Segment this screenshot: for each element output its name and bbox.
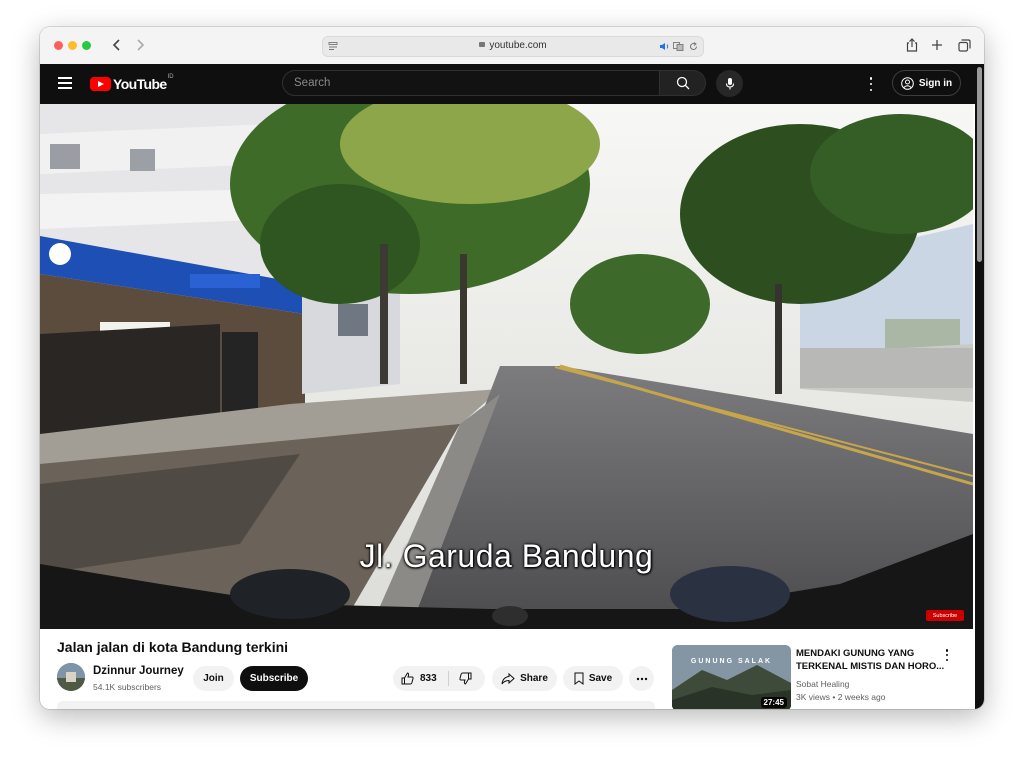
recommended-channel-name[interactable]: Sobat Healing bbox=[796, 679, 849, 689]
menu-icon bbox=[58, 77, 72, 79]
close-window-button[interactable] bbox=[54, 41, 63, 50]
youtube-logo[interactable]: YouTube ID bbox=[90, 74, 174, 94]
save-button[interactable]: Save bbox=[563, 666, 623, 691]
subscriber-count: 54.1K subscribers bbox=[93, 682, 162, 692]
voice-search-button[interactable] bbox=[716, 70, 743, 97]
recommended-more-button[interactable] bbox=[944, 649, 950, 661]
zoom-window-button[interactable] bbox=[82, 41, 91, 50]
channel-avatar[interactable] bbox=[57, 663, 85, 691]
video-title: Jalan jalan di kota Bandung terkini bbox=[57, 639, 289, 655]
page-scrollbar[interactable] bbox=[975, 64, 984, 709]
new-tab-button[interactable] bbox=[927, 35, 947, 55]
recommended-video-title[interactable]: MENDAKI GUNUNG YANG TERKENAL MISTIS DAN … bbox=[796, 647, 946, 673]
tab-overview-button[interactable] bbox=[954, 35, 974, 55]
thumbs-down-icon bbox=[459, 672, 472, 685]
recommended-video-thumbnail[interactable]: GUNUNG SALAK 27:45 bbox=[672, 645, 791, 709]
recommended-title-line-2: TERKENAL MISTIS DAN HORO... bbox=[796, 661, 945, 672]
share-arrow-icon bbox=[501, 672, 515, 684]
logo-wordmark: YouTube bbox=[113, 76, 167, 92]
more-vertical-icon-dot bbox=[869, 82, 873, 86]
recommended-video-meta: 3K views • 2 weeks ago bbox=[796, 692, 886, 702]
thumbnail-text: GUNUNG SALAK bbox=[690, 658, 773, 665]
join-label: Join bbox=[203, 673, 224, 684]
menu-button[interactable] bbox=[58, 77, 72, 89]
like-count: 833 bbox=[420, 673, 437, 684]
speaker-icon[interactable] bbox=[659, 42, 670, 51]
plus-icon bbox=[932, 40, 942, 50]
youtube-play-icon bbox=[90, 77, 111, 91]
avatar-image bbox=[57, 663, 85, 691]
url-text: youtube.com bbox=[323, 40, 703, 51]
save-label: Save bbox=[588, 673, 613, 684]
dislike-button[interactable] bbox=[459, 672, 472, 688]
sign-in-button[interactable]: Sign in bbox=[892, 70, 961, 96]
translate-icon[interactable] bbox=[673, 42, 684, 51]
search-icon bbox=[676, 76, 689, 90]
recommended-title-line-1: MENDAKI GUNUNG YANG bbox=[796, 648, 915, 659]
menu-icon-bar bbox=[58, 82, 72, 84]
search-input[interactable] bbox=[282, 70, 660, 96]
more-actions-button[interactable] bbox=[629, 666, 654, 691]
more-vertical-icon-dot bbox=[945, 653, 949, 657]
logo-country-code: ID bbox=[167, 74, 174, 80]
scrollbar-thumb[interactable] bbox=[977, 67, 982, 262]
reload-icon[interactable] bbox=[689, 42, 698, 51]
share-icon bbox=[906, 38, 918, 52]
more-vertical-icon bbox=[869, 77, 873, 80]
lock-icon bbox=[479, 42, 486, 47]
chevron-right-icon bbox=[136, 39, 144, 51]
account-icon bbox=[901, 76, 914, 90]
video-caption: Jl. Garuda Bandung bbox=[359, 538, 654, 574]
youtube-header: YouTube ID Sign in bbox=[40, 64, 984, 104]
address-bar[interactable]: youtube.com bbox=[322, 36, 704, 57]
minimize-window-button[interactable] bbox=[68, 41, 77, 50]
browser-toolbar: youtube.com bbox=[40, 27, 984, 65]
share-page-button[interactable] bbox=[902, 35, 922, 55]
video-player[interactable]: Jl. Garuda Bandung Subscribe bbox=[40, 104, 973, 629]
bookmark-icon bbox=[574, 672, 584, 685]
subscribe-watermark[interactable]: Subscribe bbox=[926, 610, 964, 621]
description-box[interactable] bbox=[57, 701, 655, 709]
like-divider bbox=[448, 671, 449, 686]
video-info: Jalan jalan di kota Bandung terkini Dzin… bbox=[40, 629, 973, 709]
sign-in-label: Sign in bbox=[918, 77, 953, 89]
subscribe-label: Subscribe bbox=[249, 673, 299, 684]
microphone-icon bbox=[725, 77, 734, 89]
url-label: youtube.com bbox=[489, 40, 547, 51]
search-button[interactable] bbox=[660, 70, 706, 96]
channel-name[interactable]: Dzinnur Journey bbox=[93, 665, 184, 677]
thumbs-up-icon bbox=[401, 672, 414, 685]
more-vertical-icon-dot bbox=[869, 88, 873, 91]
forward-button[interactable] bbox=[130, 35, 150, 55]
join-button[interactable]: Join bbox=[193, 666, 234, 691]
browser-window: youtube.com YouTube ID Search Sign in Jl… bbox=[40, 27, 984, 709]
like-dislike-group: 833 bbox=[393, 666, 485, 691]
video-duration: 27:45 bbox=[760, 697, 787, 708]
subscribe-button[interactable]: Subscribe bbox=[240, 666, 308, 691]
share-button[interactable]: Share bbox=[492, 666, 557, 691]
tabs-icon bbox=[957, 38, 971, 52]
chevron-left-icon bbox=[112, 39, 120, 51]
like-button[interactable]: 833 bbox=[401, 672, 437, 685]
more-vertical-icon-dot bbox=[945, 658, 949, 661]
back-button[interactable] bbox=[106, 35, 126, 55]
share-label: Share bbox=[520, 673, 548, 684]
menu-icon-bar bbox=[58, 87, 72, 89]
more-horizontal-icon bbox=[636, 677, 647, 680]
watermark-label: Subscribe bbox=[932, 612, 958, 619]
more-vertical-icon bbox=[945, 649, 949, 652]
settings-menu-button[interactable] bbox=[866, 76, 876, 92]
